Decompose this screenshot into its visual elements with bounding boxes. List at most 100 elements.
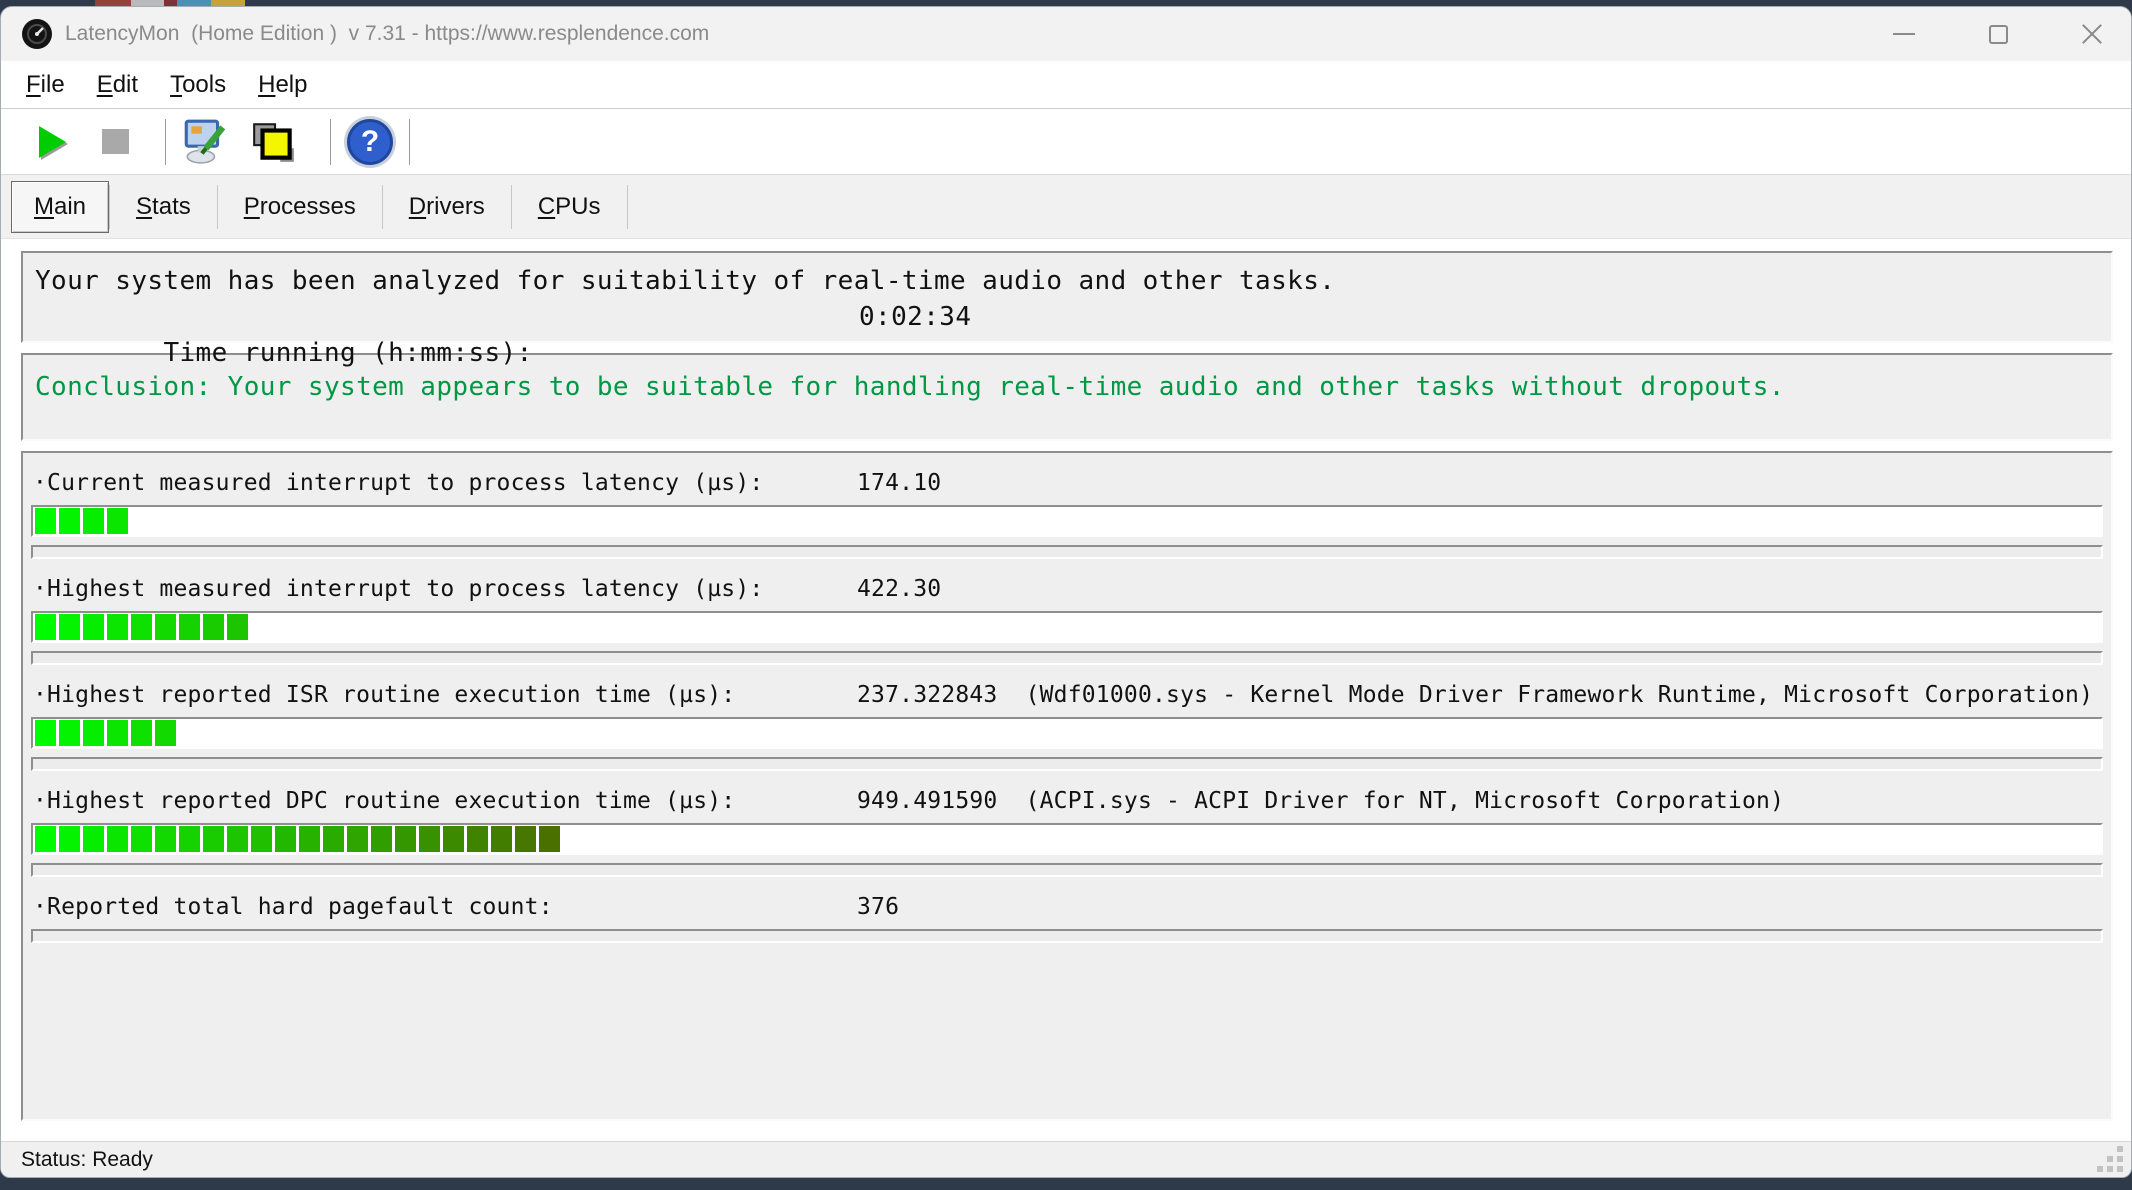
latency-bar-segment xyxy=(59,826,80,852)
latency-bar-segment xyxy=(347,826,368,852)
latency-bar-segment xyxy=(395,826,416,852)
time-running-label: Time running (h:mm:ss): xyxy=(163,338,532,368)
latency-bar-segment xyxy=(179,826,200,852)
stat-value: 949.491590 (ACPI.sys - ACPI Driver for N… xyxy=(857,787,1784,815)
latencymon-window: LatencyMon (Home Edition ) v 7.31 - http… xyxy=(0,6,2132,1178)
status-bar: Status: Ready xyxy=(1,1141,2131,1177)
stat-row: ·Highest reported ISR routine execution … xyxy=(31,681,2103,771)
empty-trough xyxy=(31,651,2103,665)
menu-bar: File Edit Tools Help xyxy=(1,61,2131,109)
latency-bar-segment xyxy=(131,720,152,746)
empty-trough xyxy=(31,863,2103,877)
latency-bar-segment xyxy=(179,614,200,640)
menu-item-edit[interactable]: Edit xyxy=(86,67,149,103)
stat-label: ·Highest reported ISR routine execution … xyxy=(31,682,735,708)
latency-bar-segment xyxy=(371,826,392,852)
close-button[interactable] xyxy=(2071,13,2113,55)
window-title: LatencyMon (Home Edition ) v 7.31 - http… xyxy=(65,22,709,46)
latency-bar-segment xyxy=(251,826,272,852)
latency-bar-segment xyxy=(107,508,128,534)
stat-value: 174.10 xyxy=(857,469,941,497)
maximize-button[interactable] xyxy=(1977,13,2019,55)
latency-bar-segment xyxy=(35,614,56,640)
tab-main[interactable]: Main xyxy=(11,181,109,233)
latency-bar-segment xyxy=(131,614,152,640)
monitor-paintbrush-icon xyxy=(180,118,228,166)
tab-stats[interactable]: Stats xyxy=(110,181,217,233)
stat-value: 422.30 xyxy=(857,575,941,603)
latency-bar-segment xyxy=(491,826,512,852)
maximize-icon xyxy=(1989,25,2008,44)
latency-bar-segment xyxy=(227,614,248,640)
question-mark-icon: ? xyxy=(347,119,393,165)
empty-trough xyxy=(31,757,2103,771)
empty-trough xyxy=(31,545,2103,559)
latency-bar-segment xyxy=(467,826,488,852)
toolbar: ? xyxy=(1,109,2131,175)
menu-item-help[interactable]: Help xyxy=(247,67,318,103)
latency-bar-segment xyxy=(107,614,128,640)
tab-cpus[interactable]: CPUs xyxy=(512,181,627,233)
latency-bar-segment xyxy=(35,826,56,852)
empty-trough xyxy=(31,929,2103,943)
latency-bar-segment xyxy=(155,720,176,746)
tab-processes[interactable]: Processes xyxy=(218,181,382,233)
copy-report-button[interactable] xyxy=(250,118,298,166)
start-monitor-button[interactable] xyxy=(39,126,66,158)
resize-grip-icon[interactable] xyxy=(2097,1146,2123,1172)
stat-row: ·Reported total hard pagefault count: 376 xyxy=(31,893,2103,943)
minimize-icon xyxy=(1893,33,1915,35)
menu-item-tools[interactable]: Tools xyxy=(159,67,237,103)
latency-bar-segment xyxy=(203,826,224,852)
stat-label: ·Highest measured interrupt to process l… xyxy=(31,576,763,602)
title-bar: LatencyMon (Home Edition ) v 7.31 - http… xyxy=(1,7,2131,61)
latency-bar-segment xyxy=(155,826,176,852)
latency-bar-segment xyxy=(59,720,80,746)
latency-bar-segment xyxy=(203,614,224,640)
latency-bar-segment xyxy=(275,826,296,852)
latency-bar-segment xyxy=(59,508,80,534)
latency-bar-segment xyxy=(35,720,56,746)
latency-bar xyxy=(31,823,2103,855)
stat-label: ·Highest reported DPC routine execution … xyxy=(31,788,735,814)
latency-bar-segment xyxy=(539,826,560,852)
play-icon xyxy=(39,126,66,158)
latency-bar-segment xyxy=(83,508,104,534)
latency-bar-segment xyxy=(107,720,128,746)
latency-bar-segment xyxy=(299,826,320,852)
minimize-button[interactable] xyxy=(1883,13,1925,55)
latency-bar xyxy=(31,505,2103,537)
stop-monitor-button[interactable] xyxy=(102,129,129,154)
toolbar-separator xyxy=(165,119,166,165)
stop-icon xyxy=(102,129,129,154)
latency-bar-segment xyxy=(443,826,464,852)
latency-bar xyxy=(31,717,2103,749)
latency-bar xyxy=(31,611,2103,643)
latency-bar-segment xyxy=(419,826,440,852)
stat-value: 376 xyxy=(857,893,899,921)
latency-bar-segment xyxy=(227,826,248,852)
tab-separator xyxy=(627,185,628,229)
latency-bar-segment xyxy=(83,826,104,852)
latency-bar-segment xyxy=(35,508,56,534)
latency-bar-segment xyxy=(155,614,176,640)
latencymon-app-icon xyxy=(21,18,53,50)
latency-bar-segment xyxy=(59,614,80,640)
latency-bar-segment xyxy=(83,720,104,746)
options-button[interactable] xyxy=(180,118,228,166)
stat-label: ·Reported total hard pagefault count: xyxy=(31,894,553,920)
latency-bar-segment xyxy=(107,826,128,852)
toolbar-separator xyxy=(330,119,331,165)
latency-bar-segment xyxy=(323,826,344,852)
main-panel: Your system has been analyzed for suitab… xyxy=(1,239,2131,1141)
layered-squares-icon xyxy=(250,118,298,166)
menu-item-file[interactable]: File xyxy=(15,67,76,103)
status-text: Status: Ready xyxy=(21,1148,153,1172)
analysis-line: Your system has been analyzed for suitab… xyxy=(35,263,2111,299)
help-button[interactable]: ? xyxy=(347,119,393,165)
analysis-box: Your system has been analyzed for suitab… xyxy=(21,251,2113,343)
tab-drivers[interactable]: Drivers xyxy=(383,181,511,233)
time-running-value: 0:02:34 xyxy=(859,299,971,335)
latency-bar-segment xyxy=(83,614,104,640)
latency-bar-segment xyxy=(131,826,152,852)
